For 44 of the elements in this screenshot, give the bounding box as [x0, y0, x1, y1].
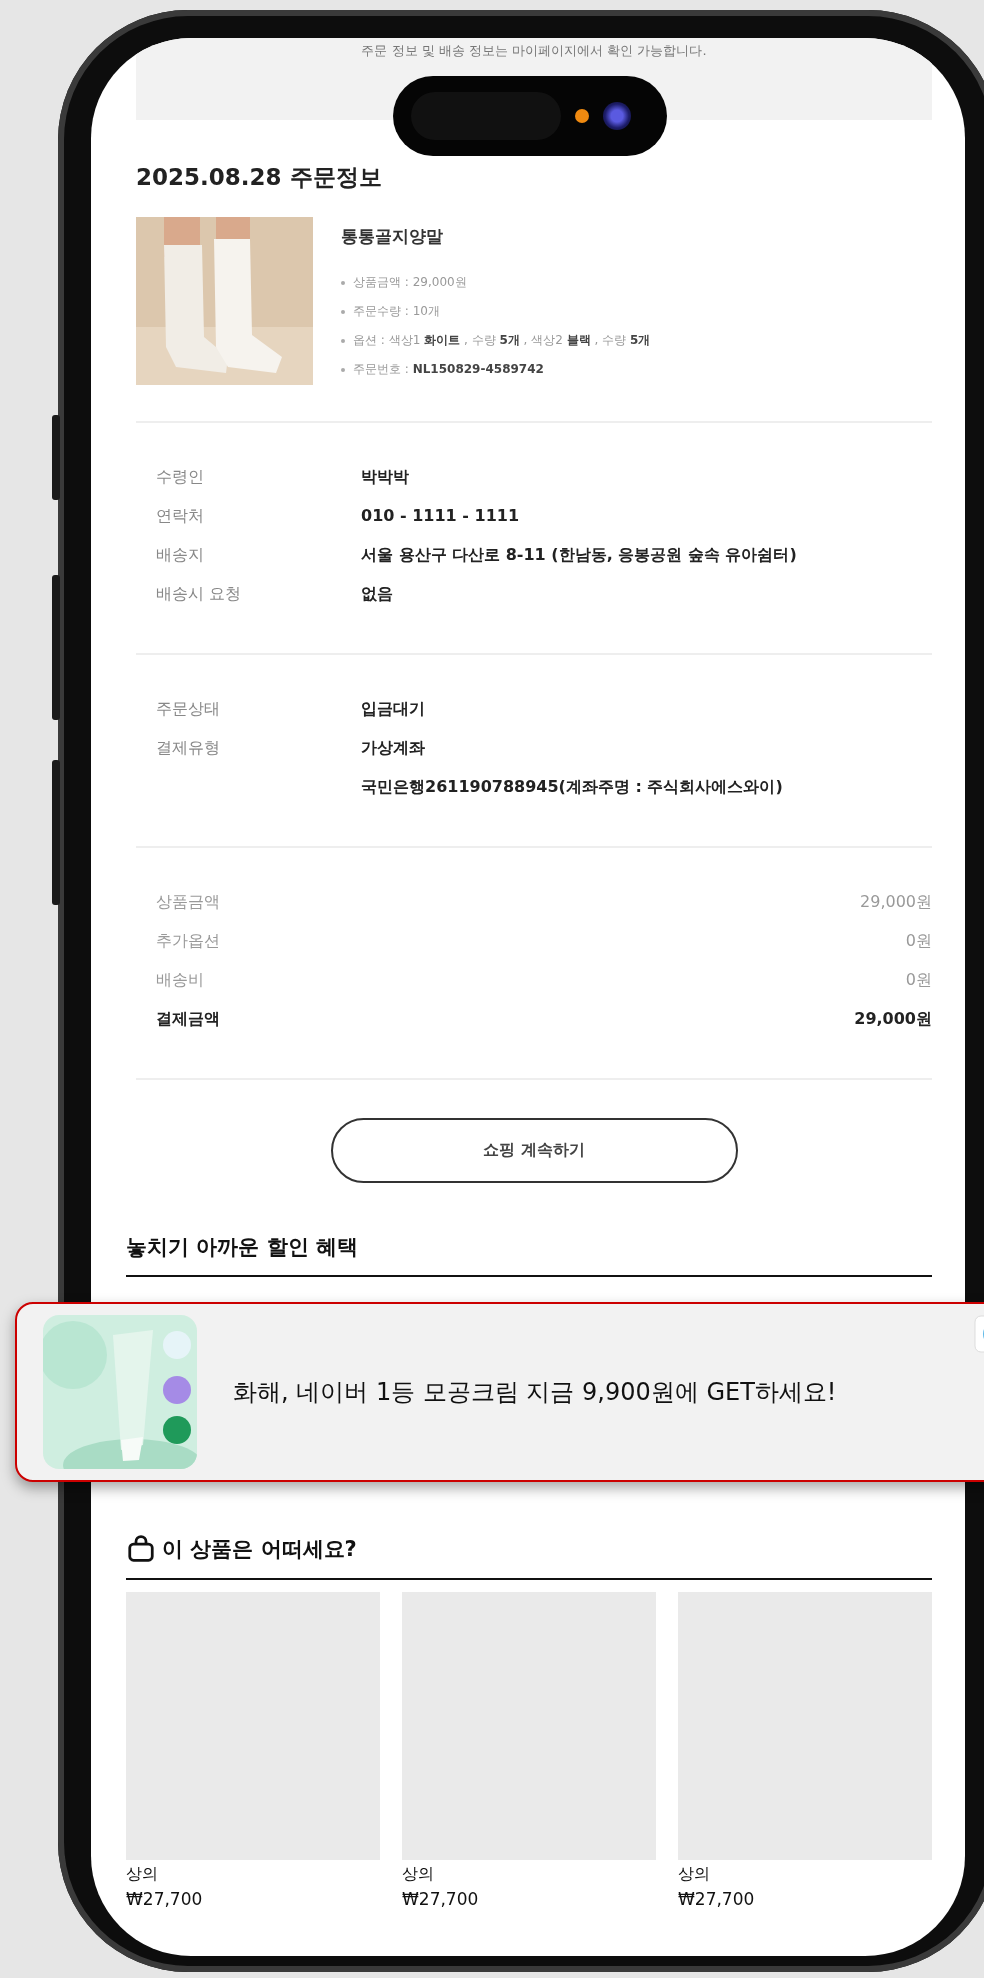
ad-banner[interactable]: 화해, 네이버 1등 모공크림 지금 9,900원에 GET하세요!	[15, 1302, 984, 1482]
section-heading: 놓치기 아까운 할인 혜택	[126, 1234, 358, 1261]
product-category: 상의	[678, 1864, 711, 1885]
bullet-icon	[341, 280, 345, 285]
amount-label: 상품금액	[156, 891, 220, 913]
info-label: 결제유형	[156, 737, 221, 759]
info-label: 배송지	[156, 544, 205, 566]
product-price: ₩27,700	[126, 1889, 204, 1909]
amount-value: 29,000원	[860, 891, 932, 913]
product-detail: 주문수량 : 10개	[353, 303, 440, 320]
product-price: ₩27,700	[678, 1889, 756, 1909]
order-title: 2025.08.28 주문정보	[136, 163, 383, 192]
info-label: 수령인	[156, 466, 205, 488]
info-label: 주문상태	[156, 698, 221, 720]
info-value: 없음	[361, 583, 393, 605]
product-category: 상의	[402, 1864, 435, 1885]
info-value: 서울 용산구 다산로 8-11 (한남동, 응봉공원 숲속 유아쉼터)	[361, 544, 797, 566]
amount-label: 배송비	[156, 969, 204, 991]
amount-label: 결제금액	[156, 1008, 220, 1030]
section-heading: 이 상품은 어떠세요?	[162, 1536, 357, 1563]
amount-label: 추가옵션	[156, 930, 220, 952]
continue-shopping-button[interactable]: 쇼핑 계속하기	[330, 1118, 738, 1183]
product-detail: 상품금액 : 29,000원	[353, 274, 467, 291]
bullet-icon	[341, 309, 345, 314]
notice-text: 주문 정보 및 배송 정보는 마이페이지에서 확인 가능합니다.	[361, 42, 707, 60]
product-category: 상의	[126, 1864, 159, 1885]
amount-value: 0원	[905, 930, 932, 952]
ad-text: 화해, 네이버 1등 모공크림 지금 9,900원에 GET하세요!	[233, 1377, 837, 1408]
info-value: 박박박	[361, 466, 409, 488]
product-price: ₩27,700	[402, 1889, 480, 1909]
product-detail: 주문번호 : NL150829-4589742	[353, 361, 544, 378]
product-detail: 옵션 : 색상1 화이트 , 수량 5개 , 색상2 블랙 , 수량 5개	[353, 332, 651, 349]
info-label: 배송시 요청	[156, 583, 243, 605]
bullet-icon	[341, 367, 345, 372]
info-value: 가상계좌	[361, 737, 426, 759]
product-name: 통통골지양말	[341, 225, 444, 248]
info-value: 국민은행261190788945(계좌주명 : 주식회사에스와이)	[361, 776, 783, 798]
amount-value: 0원	[905, 969, 932, 991]
info-label: 연락처	[156, 505, 205, 527]
info-value: 010 - 1111 - 1111	[361, 505, 520, 527]
amount-value: 29,000원	[854, 1008, 932, 1030]
bullet-icon	[341, 338, 345, 343]
info-value: 입금대기	[361, 698, 425, 720]
shopping-bag-icon	[126, 1534, 156, 1564]
